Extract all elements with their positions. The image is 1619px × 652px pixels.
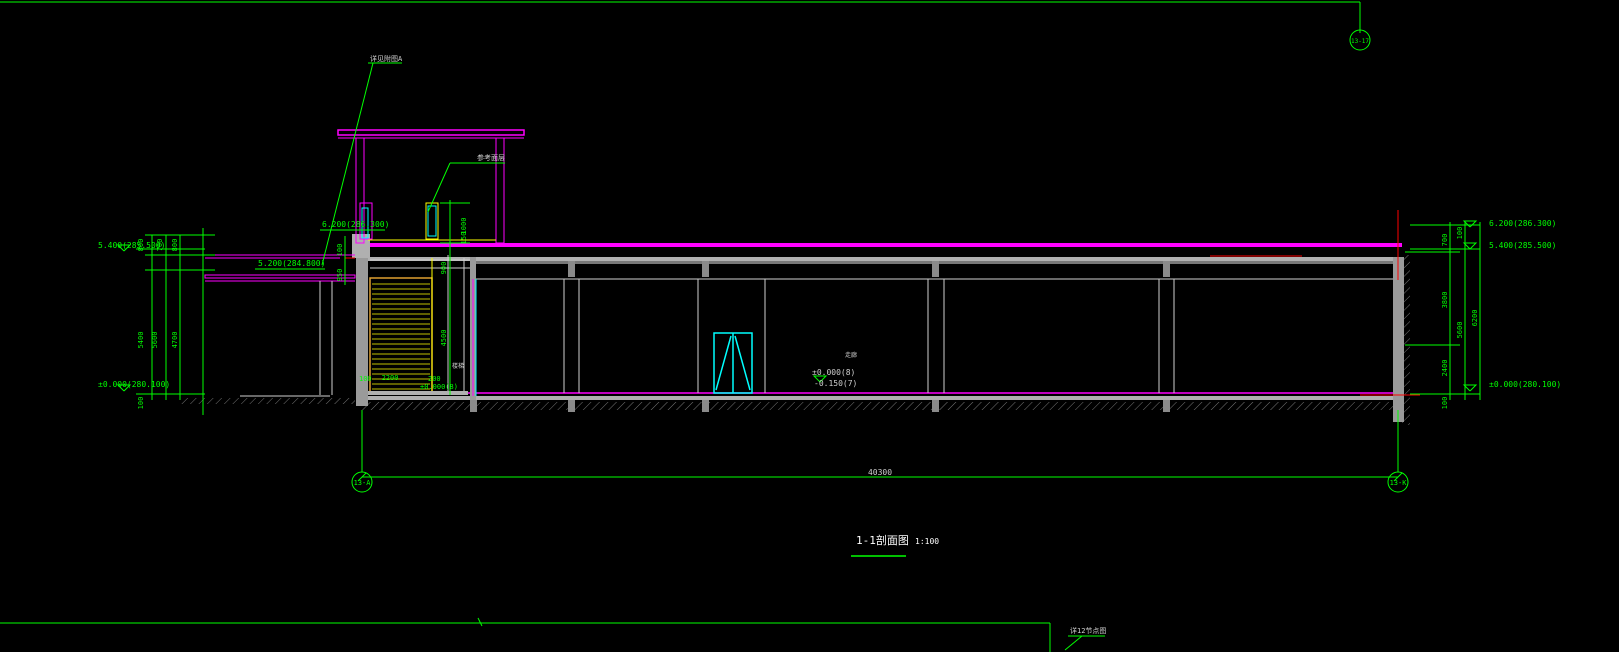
svg-text:详12节点图: 详12节点图 — [1070, 626, 1106, 635]
svg-text:13-17: 13-17 — [1351, 38, 1369, 45]
glass-door — [713, 332, 753, 394]
main-building — [362, 243, 1404, 422]
svg-text:5600: 5600 — [1456, 322, 1464, 339]
svg-text:2200: 2200 — [382, 374, 399, 382]
svg-text:800: 800 — [171, 239, 179, 252]
svg-text:700: 700 — [156, 239, 164, 252]
canopy-level: 6.200(286.300) — [320, 220, 389, 231]
section-drawing: 13-17 13-A 13-K 40300 5.400(285.500) ±0.… — [0, 1, 1561, 652]
sheet-frame — [0, 1, 1361, 652]
interior-columns — [470, 261, 1170, 412]
svg-text:950: 950 — [336, 269, 344, 282]
svg-text:5.400(285.500): 5.400(285.500) — [1489, 241, 1556, 250]
red-marks — [1210, 210, 1420, 396]
leader-bottom-note: 详12节点图 — [1064, 626, 1106, 651]
svg-text:楼梯: 楼梯 — [452, 362, 464, 370]
svg-text:3800: 3800 — [1441, 292, 1449, 309]
interior-lines — [563, 279, 1175, 393]
floor-level-mark: ±0.000(8) -0.150(7) 走廊 — [812, 351, 857, 388]
right-dim-labels: 3800 2400 5600 6200 700 100 100 — [1441, 227, 1479, 410]
svg-text:100: 100 — [1441, 397, 1449, 410]
drawing-title: 1-1剖面图 1:100 — [851, 533, 939, 557]
svg-text:4500: 4500 — [440, 330, 448, 347]
svg-text:700: 700 — [1441, 234, 1449, 247]
svg-text:200: 200 — [428, 375, 441, 383]
overall-dimension: 40300 — [868, 468, 892, 477]
right-levels: 6.200(286.300) 5.400(285.500) ±0.000(280… — [1462, 219, 1561, 392]
svg-text:5.200(284.800): 5.200(284.800) — [258, 259, 325, 268]
eave-level: 5.200(284.800) — [255, 259, 325, 270]
svg-text:1-1剖面图: 1-1剖面图 — [856, 533, 909, 547]
svg-text:1:100: 1:100 — [915, 537, 939, 546]
svg-text:参考面层: 参考面层 — [477, 153, 505, 162]
svg-text:走廊: 走廊 — [845, 351, 857, 359]
svg-text:150: 150 — [460, 232, 468, 245]
svg-text:±0.000(8): ±0.000(8) — [420, 383, 458, 391]
svg-text:5600: 5600 — [151, 332, 159, 349]
svg-text:2400: 2400 — [1441, 360, 1449, 377]
grid-bubble-right: 13-K — [1387, 471, 1409, 493]
svg-text:6200: 6200 — [1471, 310, 1479, 327]
svg-text:±0.000(8): ±0.000(8) — [812, 368, 855, 377]
svg-text:详见附图A: 详见附图A — [370, 54, 403, 63]
svg-text:13-A: 13-A — [354, 479, 372, 487]
svg-text:100: 100 — [1456, 227, 1464, 240]
svg-text:100: 100 — [336, 244, 344, 257]
svg-text:±0.000(280.100): ±0.000(280.100) — [1489, 380, 1561, 389]
svg-text:5400: 5400 — [137, 332, 145, 349]
svg-text:±0.000(280.100): ±0.000(280.100) — [98, 380, 170, 389]
svg-text:900: 900 — [440, 262, 448, 275]
left-levels: 5.400(285.500) ±0.000(280.100) — [98, 241, 170, 392]
svg-text:100: 100 — [137, 397, 145, 410]
left-wing — [204, 254, 356, 397]
grid-bubble-left: 13-A — [351, 471, 373, 493]
svg-text:13-K: 13-K — [1390, 479, 1408, 487]
svg-text:-0.150(7): -0.150(7) — [814, 379, 857, 388]
svg-text:4700: 4700 — [171, 332, 179, 349]
svg-text:6.200(286.300): 6.200(286.300) — [1489, 219, 1556, 228]
svg-text:100: 100 — [359, 375, 372, 383]
svg-text:800: 800 — [137, 239, 145, 252]
